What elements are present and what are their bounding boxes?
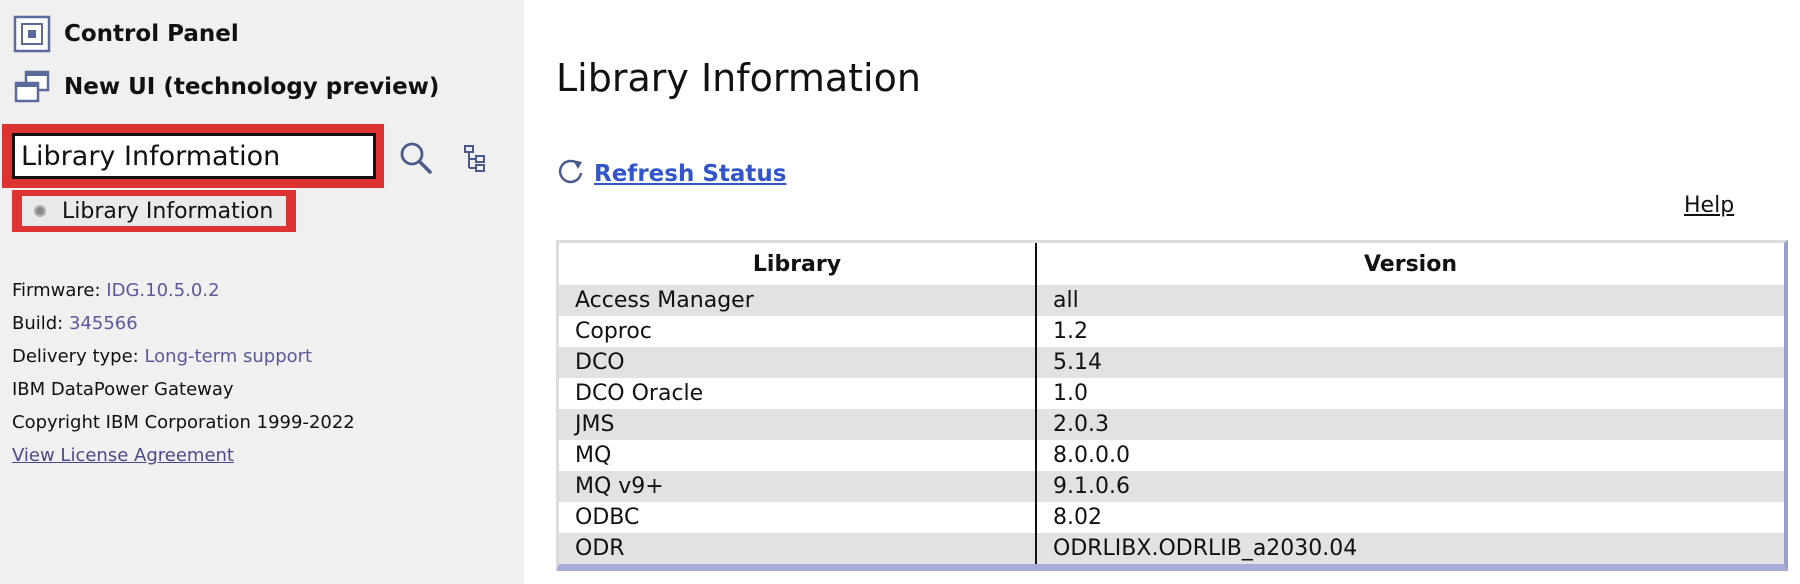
table-row: MQ 8.0.0.0 <box>559 440 1784 471</box>
version-cell: 9.1.0.6 <box>1036 471 1784 502</box>
table-row: MQ v9+ 9.1.0.6 <box>559 471 1784 502</box>
sidebar: Control Panel New UI (technology preview… <box>0 0 524 584</box>
page-title: Library Information <box>556 56 921 100</box>
library-cell: DCO Oracle <box>559 378 1037 409</box>
copyright-text: Copyright IBM Corporation 1999-2022 <box>12 412 355 433</box>
table-row: Coproc 1.2 <box>559 316 1784 347</box>
version-cell: all <box>1036 285 1784 316</box>
version-cell: 8.0.0.0 <box>1053 443 1130 468</box>
search-icon[interactable] <box>398 140 434 176</box>
new-ui-link[interactable]: New UI (technology preview) <box>12 67 439 107</box>
table-header-row: Library Version <box>559 243 1784 285</box>
search-result-item[interactable]: Library Information <box>22 196 286 226</box>
new-ui-label: New UI (technology preview) <box>64 74 440 100</box>
version-cell: 8.02 <box>1053 505 1102 530</box>
delivery-type-info: Delivery type: Long-term support <box>12 346 312 367</box>
control-panel-label: Control Panel <box>64 21 239 47</box>
version-cell: 1.0 <box>1053 381 1088 406</box>
library-cell: ODR <box>559 533 1037 564</box>
search-result-label: Library Information <box>62 198 274 224</box>
table-row: JMS 2.0.3 <box>559 409 1784 440</box>
search-result-highlight: Library Information <box>12 190 296 232</box>
library-table: Library Version Access Manager all Copro… <box>556 240 1788 571</box>
version-cell: 2.0.3 <box>1036 409 1784 440</box>
control-panel-icon <box>12 14 52 54</box>
firmware-info: Firmware: IDG.10.5.0.2 <box>12 280 220 301</box>
bullet-icon <box>34 205 46 217</box>
table-row: DCO Oracle 1.0 <box>559 378 1784 409</box>
new-window-icon <box>12 67 52 107</box>
library-cell: Coproc <box>559 316 1037 347</box>
table-row: ODBC 8.02 <box>559 502 1784 533</box>
library-cell: DCO <box>559 347 1037 378</box>
search-input[interactable] <box>12 133 376 179</box>
table-row: DCO 5.14 <box>559 347 1784 378</box>
delivery-type-value: Long-term support <box>144 346 313 367</box>
table-row: ODR ODRLIBX.ODRLIB_a2030.04 <box>559 533 1784 564</box>
column-header-version: Version <box>1036 243 1784 285</box>
product-name: IBM DataPower Gateway <box>12 379 234 400</box>
build-info: Build: 345566 <box>12 313 138 334</box>
library-cell: Access Manager <box>559 285 1037 316</box>
tree-view-icon[interactable] <box>460 143 490 173</box>
column-header-library: Library <box>559 243 1037 285</box>
firmware-label: Firmware: <box>12 280 101 301</box>
firmware-value: IDG.10.5.0.2 <box>106 280 220 301</box>
refresh-status-link[interactable]: Refresh Status <box>556 157 786 191</box>
library-cell: MQ <box>559 440 1037 471</box>
build-value: 345566 <box>68 313 138 334</box>
version-cell: 1.2 <box>1053 319 1088 344</box>
library-cell: MQ v9+ <box>559 471 1037 502</box>
library-cell: JMS <box>559 409 1037 440</box>
library-cell: ODBC <box>559 502 1037 533</box>
table-row: Access Manager all <box>559 285 1784 316</box>
search-highlight <box>2 124 384 188</box>
license-agreement-link[interactable]: View License Agreement <box>12 445 234 466</box>
version-cell: ODRLIBX.ODRLIB_a2030.04 <box>1036 533 1784 564</box>
refresh-icon <box>556 157 586 191</box>
help-link[interactable]: Help <box>1684 193 1734 218</box>
control-panel-link[interactable]: Control Panel <box>12 14 239 54</box>
version-cell: 5.14 <box>1036 347 1784 378</box>
refresh-status-label: Refresh Status <box>594 161 787 187</box>
build-label: Build: <box>12 313 64 334</box>
delivery-type-label: Delivery type: <box>12 346 139 367</box>
